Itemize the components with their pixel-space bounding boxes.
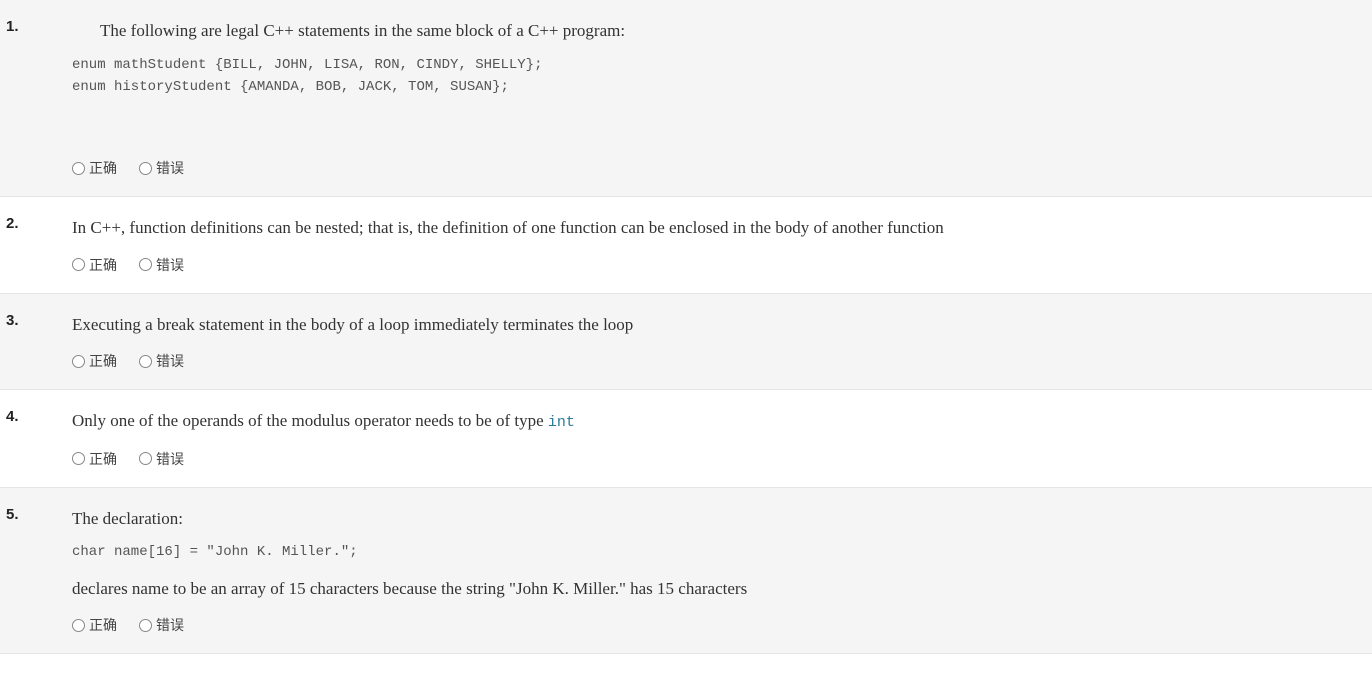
question-3: 3.Executing a break statement in the bod… — [0, 294, 1372, 391]
option-false-label: 错误 — [156, 255, 184, 275]
question-5: 5.The declaration: char name[16] = "John … — [0, 488, 1372, 654]
inline-code: int — [548, 414, 575, 431]
option-true[interactable]: 正确 — [72, 255, 117, 275]
radio-icon — [139, 162, 152, 175]
radio-icon — [139, 619, 152, 632]
question-text-main: The declaration: — [72, 509, 183, 528]
options-row: 正确 错误 — [72, 351, 1352, 371]
options-row: 正确 错误 — [72, 449, 1352, 469]
question-text-after: declares name to be an array of 15 chara… — [72, 576, 1352, 602]
question-text-main: Executing a break statement in the body … — [72, 315, 633, 334]
option-false[interactable]: 错误 — [139, 255, 184, 275]
radio-icon — [72, 619, 85, 632]
option-false[interactable]: 错误 — [139, 615, 184, 635]
options-row: 正确 错误 — [72, 255, 1352, 275]
question-body: Only one of the operands of the modulus … — [72, 408, 1372, 469]
radio-icon — [72, 258, 85, 271]
option-true[interactable]: 正确 — [72, 615, 117, 635]
question-text: The declaration: — [72, 506, 1352, 532]
option-false-label: 错误 — [156, 615, 184, 635]
question-number: 2. — [0, 215, 72, 275]
question-text: In C++, function definitions can be nest… — [72, 215, 1352, 241]
option-false-label: 错误 — [156, 158, 184, 178]
question-text-main: Only one of the operands of the modulus … — [72, 411, 548, 430]
option-true[interactable]: 正确 — [72, 449, 117, 469]
radio-icon — [72, 162, 85, 175]
option-true-label: 正确 — [89, 615, 117, 635]
question-number: 3. — [0, 312, 72, 372]
question-2: 2.In C++, function definitions can be ne… — [0, 197, 1372, 294]
question-text-main: The following are legal C++ statements i… — [100, 21, 625, 40]
question-4: 4.Only one of the operands of the modulu… — [0, 390, 1372, 488]
radio-icon — [139, 452, 152, 465]
question-body: In C++, function definitions can be nest… — [72, 215, 1372, 275]
option-true-label: 正确 — [89, 351, 117, 371]
option-true-label: 正确 — [89, 255, 117, 275]
radio-icon — [139, 258, 152, 271]
question-text-main: In C++, function definitions can be nest… — [72, 218, 944, 237]
option-true[interactable]: 正确 — [72, 351, 117, 371]
question-number: 1. — [0, 18, 72, 178]
option-true-label: 正确 — [89, 158, 117, 178]
radio-icon — [72, 355, 85, 368]
question-number: 4. — [0, 408, 72, 469]
code-block: enum mathStudent {BILL, JOHN, LISA, RON,… — [72, 54, 1352, 99]
question-body: The declaration: char name[16] = "John K.… — [72, 506, 1372, 635]
radio-icon — [139, 355, 152, 368]
question-body: Executing a break statement in the body … — [72, 312, 1372, 372]
options-row: 正确 错误 — [72, 615, 1352, 635]
question-body: The following are legal C++ statements i… — [72, 18, 1372, 178]
code-block: char name[16] = "John K. Miller."; — [72, 541, 1352, 563]
option-true-label: 正确 — [89, 449, 117, 469]
option-false-label: 错误 — [156, 449, 184, 469]
question-number: 5. — [0, 506, 72, 635]
option-true[interactable]: 正确 — [72, 158, 117, 178]
options-row: 正确 错误 — [72, 158, 1352, 178]
option-false[interactable]: 错误 — [139, 158, 184, 178]
question-text: Only one of the operands of the modulus … — [72, 408, 1352, 435]
spacer — [72, 106, 1352, 144]
question-1: 1. The following are legal C++ statements… — [0, 0, 1372, 197]
question-text: Executing a break statement in the body … — [72, 312, 1352, 338]
radio-icon — [72, 452, 85, 465]
question-text: The following are legal C++ statements i… — [72, 18, 1352, 44]
option-false[interactable]: 错误 — [139, 351, 184, 371]
option-false-label: 错误 — [156, 351, 184, 371]
option-false[interactable]: 错误 — [139, 449, 184, 469]
